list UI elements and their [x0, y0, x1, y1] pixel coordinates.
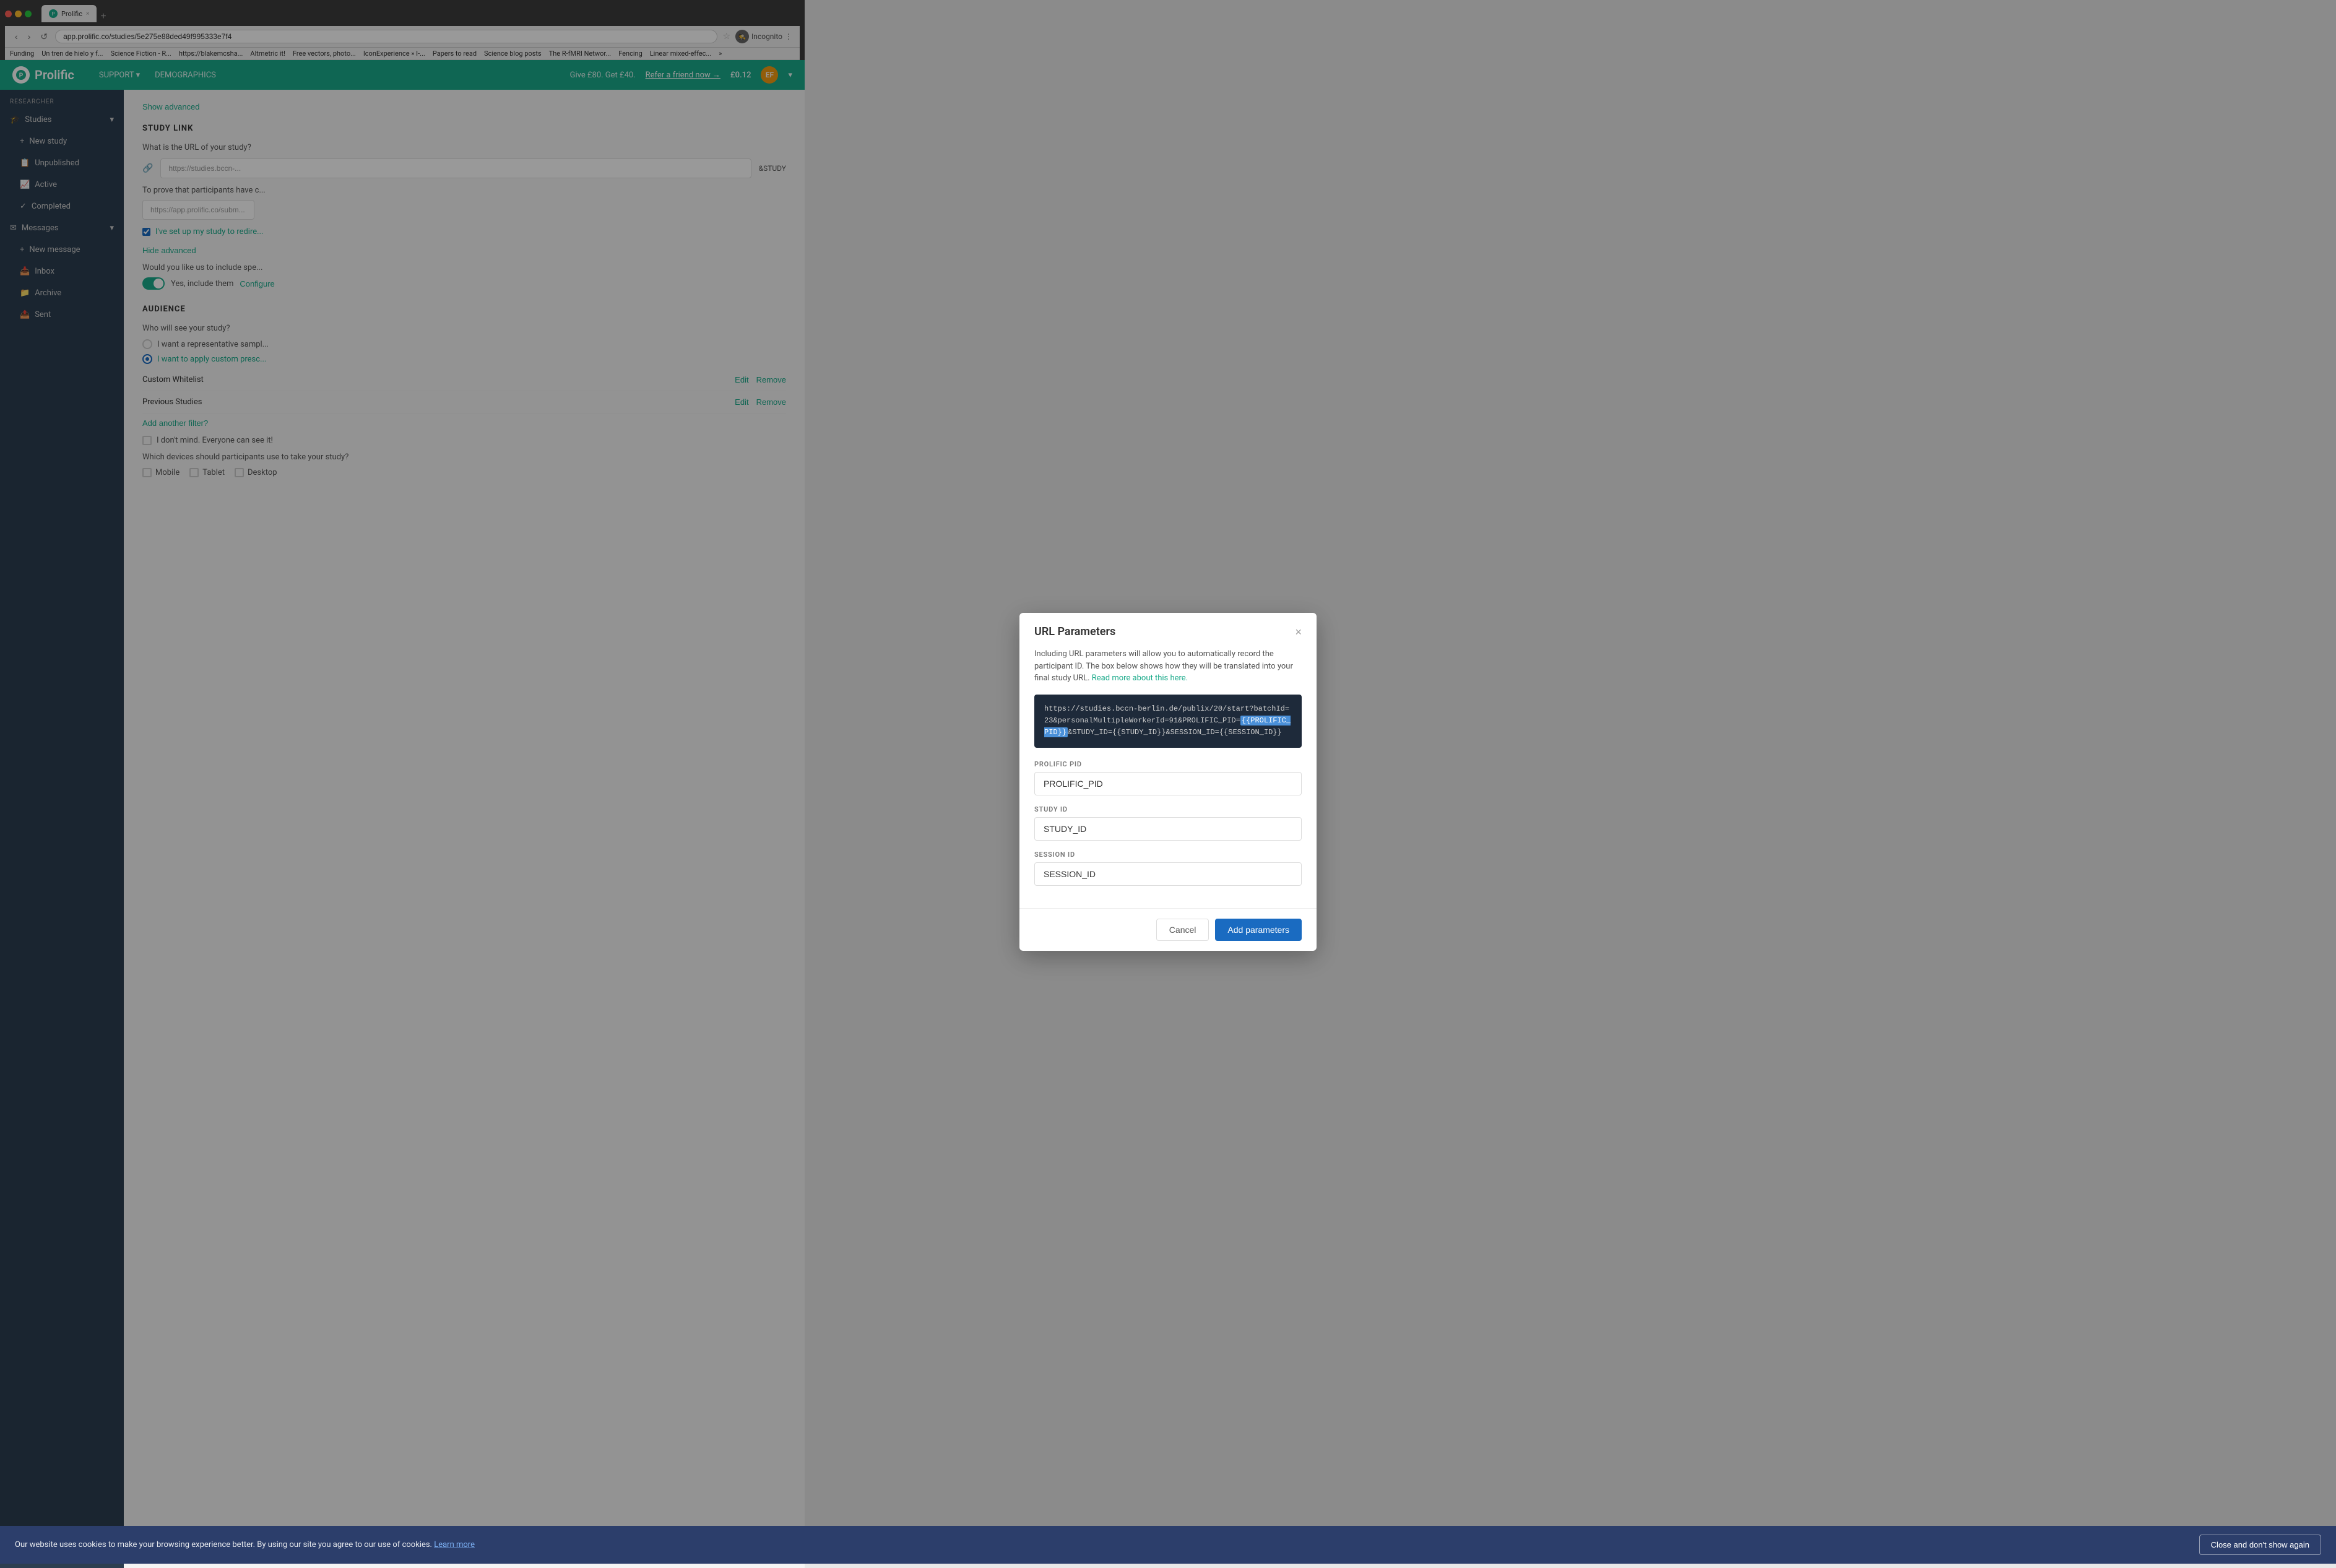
study-id-label: STUDY ID [1034, 805, 1302, 813]
prolific-pid-input[interactable] [1034, 772, 1302, 795]
url-parameters-dialog: URL Parameters × Including URL parameter… [1019, 613, 1317, 950]
session-id-label: SESSION ID [1034, 851, 1302, 859]
dialog-title: URL Parameters [1034, 625, 1115, 638]
url-highlight-pid: {{PROLIFIC_PID}} [1044, 716, 1291, 737]
dialog-description: Including URL parameters will allow you … [1034, 648, 1302, 685]
cookie-banner: Our website uses cookies to make your br… [0, 1526, 2336, 1564]
study-id-group: STUDY ID [1034, 805, 1302, 841]
prolific-pid-label: PROLIFIC PID [1034, 760, 1302, 768]
prolific-pid-group: PROLIFIC PID [1034, 760, 1302, 795]
url-preview: https://studies.bccn-berlin.de/publix/20… [1034, 695, 1302, 748]
cancel-button[interactable]: Cancel [1156, 919, 1209, 941]
dialog-close-button[interactable]: × [1295, 626, 1302, 638]
add-parameters-button[interactable]: Add parameters [1215, 919, 1302, 941]
cookie-text: Our website uses cookies to make your br… [15, 1540, 475, 1549]
cookie-learn-more-link[interactable]: Learn more [434, 1540, 475, 1549]
session-id-input[interactable] [1034, 862, 1302, 886]
study-id-input[interactable] [1034, 817, 1302, 841]
cookie-close-button[interactable]: Close and don't show again [2199, 1535, 2321, 1555]
dialog-header: URL Parameters × [1019, 613, 1317, 648]
read-more-link[interactable]: Read more about this here. [1092, 674, 1188, 683]
dialog-footer: Cancel Add parameters [1019, 908, 1317, 951]
dialog-overlay[interactable]: URL Parameters × Including URL parameter… [0, 0, 2336, 1564]
session-id-group: SESSION ID [1034, 851, 1302, 886]
dialog-body: Including URL parameters will allow you … [1019, 648, 1317, 907]
